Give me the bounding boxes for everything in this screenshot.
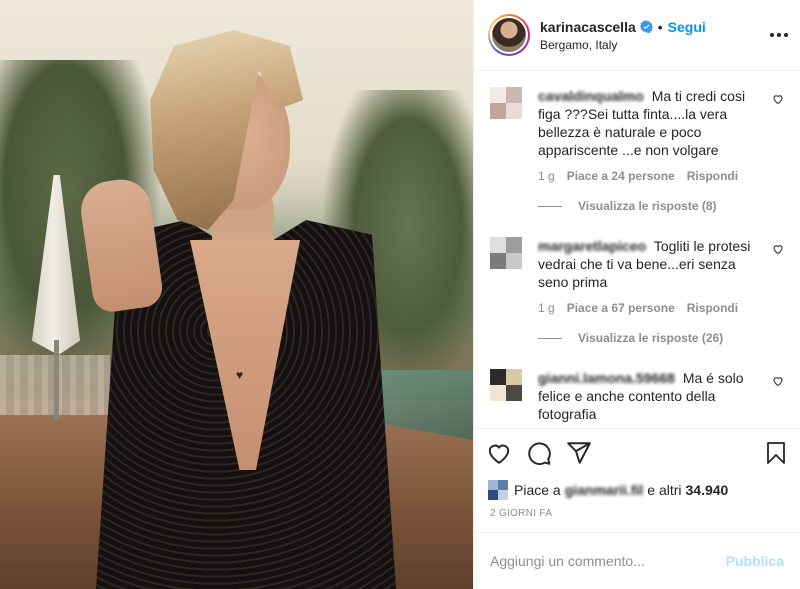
commenter-avatar[interactable] (490, 87, 522, 119)
comment-heart-icon[interactable] (772, 93, 784, 105)
publish-button[interactable]: Pubblica (726, 553, 784, 569)
view-replies-label: Visualizza le risposte (26) (578, 331, 724, 345)
comments-list[interactable]: cavaldinqualmo Ma ti credi cosi figa ???… (474, 71, 800, 428)
comment-input[interactable] (490, 553, 710, 569)
comment-heart-icon[interactable] (772, 243, 784, 255)
user-block: karinacascella • Segui Bergamo, Italy (540, 19, 706, 52)
comment-heart-icon[interactable] (772, 375, 784, 387)
more-dot (777, 33, 781, 37)
avatar-inner (490, 16, 528, 54)
reply-button[interactable]: Rispondi (687, 301, 738, 315)
post: ♥ karinacascella • Segui Bergamo, Italy … (0, 0, 800, 589)
comment-row: gianni.lamona.59668 Ma é solo felice e a… (490, 369, 784, 423)
post-side-panel: karinacascella • Segui Bergamo, Italy ca… (473, 0, 800, 589)
paper-plane-icon[interactable] (566, 440, 592, 466)
avatar-image (492, 18, 526, 52)
user-line: karinacascella • Segui (540, 19, 706, 35)
avatar[interactable] (488, 14, 530, 56)
location-link[interactable]: Bergamo, Italy (540, 38, 706, 52)
more-options-icon[interactable] (770, 26, 788, 44)
comment-row: cavaldinqualmo Ma ti credi cosi figa ???… (490, 87, 784, 159)
comment-item: margaretlapiceo Togliti le protesi vedra… (490, 213, 784, 345)
more-dot (770, 33, 774, 37)
comment-meta: 1 g Piace a 24 persone Rispondi (538, 169, 784, 183)
comment-time[interactable]: 1 g (538, 301, 555, 315)
commenter-avatar[interactable] (490, 237, 522, 269)
likes-prefix: Piace a (514, 482, 561, 498)
bookmark-icon[interactable] (764, 441, 788, 465)
view-replies-button[interactable]: Visualizza le risposte (8) (538, 199, 784, 213)
reply-button[interactable]: Rispondi (687, 169, 738, 183)
heart-icon[interactable] (486, 440, 512, 466)
view-replies-button[interactable]: Visualizza le risposte (26) (538, 331, 784, 345)
follow-button[interactable]: Segui (668, 19, 706, 35)
comment-body: margaretlapiceo Togliti le protesi vedra… (538, 237, 784, 291)
commenter-avatar[interactable] (490, 369, 522, 401)
comment-row: margaretlapiceo Togliti le protesi vedra… (490, 237, 784, 291)
comment-meta: 1 g Piace a 67 persone Rispondi (538, 301, 784, 315)
post-timestamp[interactable]: 2 GIORNI FA (474, 504, 800, 532)
liker-avatar[interactable] (488, 480, 508, 500)
more-dot (784, 33, 788, 37)
comment-bubble-icon[interactable] (526, 440, 552, 466)
separator-dot: • (657, 18, 663, 35)
heart-tattoo-icon: ♥ (236, 368, 244, 382)
comment-item: gianni.lamona.59668 Ma é solo felice e a… (490, 345, 784, 423)
photo-umbrella-pole (54, 340, 59, 420)
comment-time[interactable]: 1 g (538, 169, 555, 183)
commenter-username[interactable]: cavaldinqualmo (538, 88, 644, 104)
likes-count[interactable]: 34.940 (686, 482, 729, 498)
view-replies-label: Visualizza le risposte (8) (578, 199, 717, 213)
post-actions (474, 428, 800, 476)
post-photo[interactable]: ♥ (0, 0, 473, 589)
add-comment-bar: Pubblica (474, 532, 800, 589)
likes-suffix: e altri (647, 482, 682, 498)
username-link[interactable]: karinacascella (540, 19, 636, 35)
replies-line (538, 337, 562, 339)
comment-likes[interactable]: Piace a 24 persone (567, 169, 675, 183)
commenter-username[interactable]: margaretlapiceo (538, 238, 646, 254)
likes-summary: Piace a gianmarii.fil e altri 34.940 (474, 476, 800, 504)
comment-item: cavaldinqualmo Ma ti credi cosi figa ???… (490, 71, 784, 213)
replies-line (538, 205, 562, 207)
comment-body: gianni.lamona.59668 Ma é solo felice e a… (538, 369, 784, 423)
comment-body: cavaldinqualmo Ma ti credi cosi figa ???… (538, 87, 784, 159)
liker-username[interactable]: gianmarii.fil (565, 482, 644, 498)
verified-badge-icon (639, 20, 653, 33)
comment-likes[interactable]: Piace a 67 persone (567, 301, 675, 315)
post-header: karinacascella • Segui Bergamo, Italy (474, 0, 800, 71)
commenter-username[interactable]: gianni.lamona.59668 (538, 370, 675, 386)
